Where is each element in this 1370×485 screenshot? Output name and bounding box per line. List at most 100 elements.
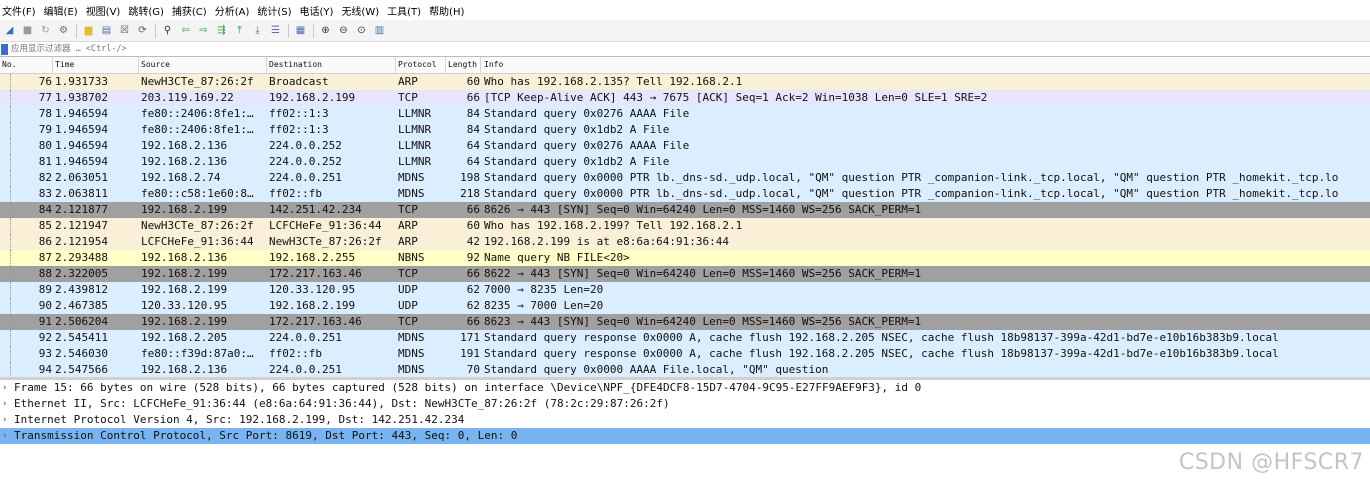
packet-row[interactable]: 78 1.946594 fe80::2406:8fe1:… ff02::1:3 LLMN… — [0, 106, 1370, 122]
packet-row[interactable]: 85 2.121947 NewH3CTe_87:26:2f LCFCHeFe_91:3… — [0, 218, 1370, 234]
tree-line — [10, 314, 12, 330]
packet-row[interactable]: 90 2.467385 120.33.120.95 192.168.2.199 UDP 6… — [0, 298, 1370, 314]
column-header-length[interactable]: Length — [448, 60, 477, 69]
menu-item[interactable]: 分析(A) — [213, 3, 256, 18]
packet-info: Standard query response 0x0000 A, cache … — [484, 331, 1279, 344]
detail-tree-item[interactable]: › Transmission Control Protocol, Src Port… — [0, 428, 1370, 444]
close-file-icon[interactable]: ☒ — [117, 23, 132, 38]
capture-options-icon[interactable]: ⚙ — [56, 23, 71, 38]
packet-list-header: No. Time Source Destination Protocol Len… — [0, 57, 1370, 74]
packet-length: 191 — [460, 347, 480, 360]
packet-protocol: NBNS — [398, 251, 425, 264]
packet-row[interactable]: 89 2.439812 192.168.2.199 120.33.120.95 UDP 6… — [0, 282, 1370, 298]
expand-arrow-icon[interactable]: › — [2, 381, 7, 395]
detail-tree-item[interactable]: › Internet Protocol Version 4, Src: 192.1… — [0, 412, 1370, 428]
main-toolbar: ◢ ■ ↻ ⚙ ▆ ▤ ☒ ⟳ ⚲ ⇦ ⇨ ⇶ ⤒ ⤓ ☰ ▦ ⊕ ⊖ ⊙ ▥ — [0, 20, 1370, 41]
packet-row[interactable]: 79 1.946594 fe80::2406:8fe1:… ff02::1:3 LLMN… — [0, 122, 1370, 138]
packet-source: 192.168.2.199 — [141, 283, 228, 296]
packet-info: Standard query 0x1db2 A File — [484, 155, 670, 168]
packet-destination: 192.168.2.255 — [269, 251, 356, 264]
go-last-icon[interactable]: ⤓ — [250, 23, 265, 38]
packet-info: Standard query 0x1db2 A File — [484, 123, 670, 136]
packet-row[interactable]: 91 2.506204 192.168.2.199 172.217.163.46 TCP… — [0, 314, 1370, 330]
packet-row[interactable]: 77 1.938702 203.119.169.22 192.168.2.199 TCP… — [0, 90, 1370, 106]
restart-capture-icon[interactable]: ↻ — [38, 23, 53, 38]
packet-row[interactable]: 81 1.946594 192.168.2.136 224.0.0.252 LLMNR 6… — [0, 154, 1370, 170]
go-first-icon[interactable]: ⤒ — [232, 23, 247, 38]
zoom-out-icon[interactable]: ⊖ — [336, 23, 351, 38]
packet-row[interactable]: 80 1.946594 192.168.2.136 224.0.0.252 LLMNR 6… — [0, 138, 1370, 154]
packet-row[interactable]: 86 2.121954 LCFCHeFe_91:36:44 NewH3CTe_87:2… — [0, 234, 1370, 250]
auto-scroll-icon[interactable]: ☰ — [268, 23, 283, 38]
zoom-normal-icon[interactable]: ⊙ — [354, 23, 369, 38]
shark-fin-start-icon[interactable]: ◢ — [2, 23, 17, 38]
tree-line — [10, 122, 12, 138]
expand-arrow-icon[interactable]: › — [2, 413, 7, 427]
colorize-icon[interactable]: ▦ — [293, 23, 308, 38]
find-packet-icon[interactable]: ⚲ — [160, 23, 175, 38]
stop-capture-icon[interactable]: ■ — [20, 23, 35, 38]
tree-line — [10, 154, 12, 170]
menu-item[interactable]: 工具(T) — [385, 3, 427, 18]
packet-no: 87 — [38, 251, 52, 264]
display-filter-bar — [0, 41, 1370, 57]
menu-item[interactable]: 无线(W) — [339, 3, 385, 18]
menu-item[interactable]: 视图(V) — [84, 3, 127, 18]
open-file-icon[interactable]: ▆ — [81, 23, 96, 38]
packet-no: 86 — [38, 235, 52, 248]
menu-item[interactable]: 统计(S) — [255, 3, 297, 18]
packet-protocol: MDNS — [398, 331, 425, 344]
column-header-time[interactable]: Time — [55, 60, 74, 69]
menu-item[interactable]: 捕获(C) — [170, 3, 213, 18]
expand-arrow-icon[interactable]: › — [2, 429, 7, 443]
display-filter-input[interactable] — [11, 42, 1370, 56]
packet-info: Standard query 0x0276 AAAA File — [484, 139, 690, 152]
packet-row[interactable]: 94 2.547566 192.168.2.136 224.0.0.251 MDNS 70… — [0, 362, 1370, 378]
resize-columns-icon[interactable]: ▥ — [372, 23, 387, 38]
tree-line — [10, 202, 12, 218]
packet-length: 70 — [466, 363, 480, 376]
bookmark-icon[interactable] — [1, 43, 8, 55]
packet-details-pane[interactable]: › Frame 15: 66 bytes on wire (528 bits), … — [0, 380, 1370, 446]
column-header-no[interactable]: No. — [2, 60, 16, 69]
packet-row[interactable]: 84 2.121877 192.168.2.199 142.251.42.234 TCP… — [0, 202, 1370, 218]
go-to-packet-icon[interactable]: ⇶ — [214, 23, 229, 38]
packet-protocol: ARP — [398, 75, 418, 88]
packet-row[interactable]: 76 1.931733 NewH3CTe_87:26:2f Broadcast ARP 6… — [0, 74, 1370, 90]
menu-item[interactable]: 电话(Y) — [298, 3, 340, 18]
packet-no: 81 — [38, 155, 52, 168]
packet-row[interactable]: 93 2.546030 fe80::f39d:87a0:… ff02::fb MDNS 1… — [0, 346, 1370, 362]
reload-file-icon[interactable]: ⟳ — [135, 23, 150, 38]
column-header-destination[interactable]: Destination — [269, 60, 322, 69]
detail-tree-item[interactable]: › Frame 15: 66 bytes on wire (528 bits), … — [0, 380, 1370, 396]
column-header-info[interactable]: Info — [484, 60, 503, 69]
packet-info: Standard query 0x0276 AAAA File — [484, 107, 690, 120]
detail-tree-item[interactable]: › Ethernet II, Src: LCFCHeFe_91:36:44 (e8… — [0, 396, 1370, 412]
packet-row[interactable]: 87 2.293488 192.168.2.136 192.168.2.255 NBNS… — [0, 250, 1370, 266]
menu-item[interactable]: 跳转(G) — [126, 3, 170, 18]
packet-time: 1.938702 — [55, 91, 108, 104]
packet-list[interactable]: 76 1.931733 NewH3CTe_87:26:2f Broadcast ARP 6… — [0, 74, 1370, 378]
column-header-source[interactable]: Source — [141, 60, 170, 69]
menu-item[interactable]: 帮助(H) — [427, 3, 470, 18]
packet-row[interactable]: 92 2.545411 192.168.2.205 224.0.0.251 MDNS 17… — [0, 330, 1370, 346]
packet-length: 62 — [466, 283, 480, 296]
go-forward-icon[interactable]: ⇨ — [196, 23, 211, 38]
go-back-icon[interactable]: ⇦ — [178, 23, 193, 38]
packet-source: LCFCHeFe_91:36:44 — [141, 235, 254, 248]
packet-destination: 224.0.0.252 — [269, 139, 342, 152]
expand-arrow-icon[interactable]: › — [2, 397, 7, 411]
packet-time: 2.467385 — [55, 299, 108, 312]
packet-row[interactable]: 88 2.322005 192.168.2.199 172.217.163.46 TCP… — [0, 266, 1370, 282]
menu-item[interactable]: 文件(F) — [0, 3, 42, 18]
packet-no: 77 — [38, 91, 52, 104]
column-header-protocol[interactable]: Protocol — [398, 60, 437, 69]
save-file-icon[interactable]: ▤ — [99, 23, 114, 38]
packet-destination: 224.0.0.251 — [269, 331, 342, 344]
menu-item[interactable]: 编辑(E) — [42, 3, 84, 18]
packet-protocol: MDNS — [398, 363, 425, 376]
packet-row[interactable]: 83 2.063811 fe80::c58:1e60:8… ff02::fb MDNS 2… — [0, 186, 1370, 202]
zoom-in-icon[interactable]: ⊕ — [318, 23, 333, 38]
packet-protocol: TCP — [398, 203, 418, 216]
packet-row[interactable]: 82 2.063051 192.168.2.74 224.0.0.251 MDNS 198… — [0, 170, 1370, 186]
